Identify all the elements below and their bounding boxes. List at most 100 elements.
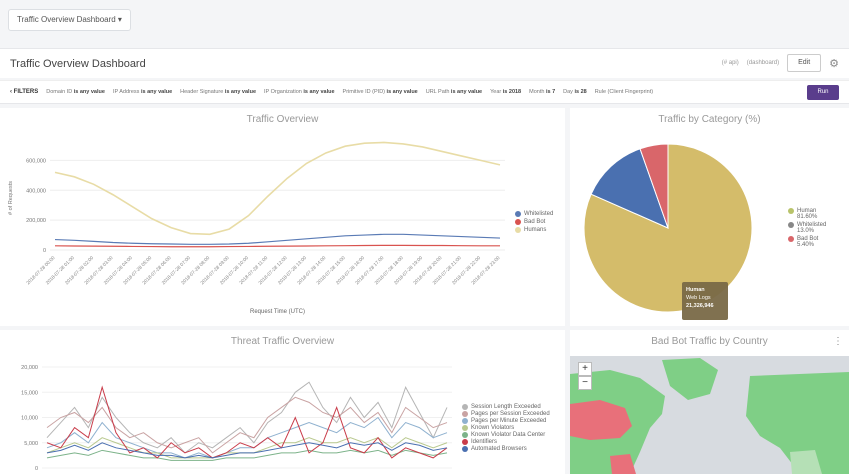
- legend-swatch: [462, 425, 468, 431]
- filter-key: IP Organization: [264, 89, 302, 95]
- filter-key: IP Address: [112, 89, 140, 95]
- legend-label: Whitelisted: [524, 211, 554, 217]
- legend-value: 5.40%: [797, 242, 815, 248]
- run-button[interactable]: Run: [807, 85, 839, 100]
- filter-value: is any value: [224, 89, 256, 95]
- filter-item[interactable]: IP Organization is any value: [264, 89, 335, 95]
- legend-label: Automated Browsers: [471, 446, 527, 452]
- filter-value: is 2018: [502, 89, 522, 95]
- y-tick-label: 600,000: [26, 158, 46, 164]
- legend-label: Identifiers: [471, 439, 498, 445]
- legend-swatch: [462, 418, 468, 424]
- y-tick-label: 200,000: [26, 218, 46, 224]
- legend-label: Humans: [524, 227, 547, 233]
- title-actions: (# api) (dashboard) Edit ⚙: [722, 54, 839, 72]
- gear-icon[interactable]: ⚙: [829, 57, 839, 70]
- title-bar: Traffic Overview Dashboard (# api) (dash…: [0, 48, 849, 78]
- legend-value: 13.0%: [797, 228, 815, 234]
- y-tick-label: 0: [35, 466, 38, 472]
- filter-key: Rule (Client Fingerprint): [594, 89, 654, 95]
- filters-label: FILTERS: [13, 89, 39, 95]
- series-line-pages-per-minute-exceeded[interactable]: [46, 416, 448, 459]
- map-title: Bad Bot Traffic by Country: [651, 336, 768, 347]
- world-map[interactable]: [570, 356, 849, 474]
- legend-swatch: [515, 219, 521, 225]
- series-line-whitelisted[interactable]: [54, 233, 501, 245]
- legend-swatch: [788, 222, 794, 228]
- y-tick-label: 10,000: [21, 416, 38, 422]
- filter-key: URL Path: [425, 89, 450, 95]
- pie-tooltip: Human Web Logs 21,326,946: [682, 282, 728, 320]
- legend-label: Pages per Session Exceeded: [471, 411, 550, 417]
- legend-item[interactable]: Bad Bot 5.40%: [788, 236, 826, 248]
- legend-swatch: [462, 439, 468, 445]
- filter-item[interactable]: Header Signature is any value: [180, 89, 256, 95]
- traffic-overview-panel: Traffic Overview 600,000 400,000 200,000 0 #…: [0, 108, 565, 326]
- legend-swatch: [462, 432, 468, 438]
- filter-item[interactable]: URL Path is any value: [426, 89, 482, 95]
- y-tick-label: 20,000: [21, 365, 38, 371]
- page-title: Traffic Overview Dashboard: [10, 58, 146, 70]
- legend-item[interactable]: Pages per Minute Exceeded: [462, 418, 550, 424]
- filter-value: is any value: [303, 89, 335, 95]
- legend-item[interactable]: Automated Browsers: [462, 446, 550, 452]
- filter-value: is any value: [73, 89, 105, 95]
- filter-key: Domain ID: [46, 89, 73, 95]
- legend-item[interactable]: Identifiers: [462, 439, 550, 445]
- y-axis-label: # of Requests: [8, 181, 14, 215]
- zoom-out-button[interactable]: −: [578, 376, 592, 390]
- legend-swatch: [788, 208, 794, 214]
- legend-label: Known Violator Data Center: [471, 432, 546, 438]
- legend-value: 81.60%: [797, 214, 818, 220]
- meta-label-2: (dashboard): [746, 60, 780, 66]
- filter-key: Year: [490, 89, 502, 95]
- threat-traffic-panel: Threat Traffic Overview 20,000 15,000 10,0…: [0, 330, 565, 474]
- legend-item[interactable]: Known Violator Data Center: [462, 432, 550, 438]
- y-tick-label: 400,000: [26, 188, 46, 194]
- legend-label: Bad Bot: [524, 219, 546, 225]
- filter-key: Month: [529, 89, 545, 95]
- legend-item[interactable]: Whitelisted: [515, 211, 553, 217]
- filter-item[interactable]: Day is 28: [563, 89, 587, 95]
- series-line-known-violator-data-center[interactable]: [46, 449, 448, 461]
- filter-value: is 7: [545, 89, 556, 95]
- filter-item[interactable]: Rule (Client Fingerprint): [595, 89, 653, 95]
- traffic-overview-chart: 600,000400,000200,0000# of Requests2018-…: [8, 141, 505, 315]
- y-tick-label: 15,000: [21, 390, 38, 396]
- legend-item[interactable]: Session Length Exceeded: [462, 404, 550, 410]
- tooltip-line-2: Web Logs: [686, 295, 711, 301]
- filter-value: is any value: [140, 89, 173, 95]
- traffic-category-legend: Human 81.60% Whitelisted 13.0% Bad Bot 5.40%: [788, 208, 826, 250]
- legend-swatch: [462, 411, 468, 417]
- filter-item[interactable]: Domain ID is any value: [46, 89, 105, 95]
- series-line-bad-bot[interactable]: [54, 244, 500, 248]
- top-bar: Traffic Overview Dashboard ▾: [0, 0, 849, 38]
- legend-swatch: [515, 227, 521, 233]
- legend-swatch: [462, 404, 468, 410]
- traffic-overview-legend: Whitelisted Bad Bot Humans: [515, 211, 553, 235]
- legend-item[interactable]: Known Violators: [462, 425, 550, 431]
- map-menu-icon[interactable]: ⋮: [833, 336, 843, 347]
- legend-label: Known Violators: [471, 425, 515, 431]
- legend-item[interactable]: Human 81.60%: [788, 208, 826, 220]
- filter-key: Header Signature: [180, 89, 224, 95]
- y-tick-label: 0: [43, 248, 46, 254]
- zoom-in-button[interactable]: +: [578, 362, 592, 376]
- filter-item[interactable]: Month is 7: [529, 89, 555, 95]
- filter-value: is any value: [386, 89, 418, 95]
- filters-toggle[interactable]: ‹ FILTERS: [10, 89, 38, 95]
- legend-item[interactable]: Humans: [515, 227, 553, 233]
- legend-item[interactable]: Whitelisted 13.0%: [788, 222, 826, 234]
- filter-item[interactable]: Primitive ID (PID) is any value: [343, 89, 418, 95]
- filter-bar: ‹ FILTERS Domain ID is any value IP Addre…: [0, 80, 849, 104]
- filter-item[interactable]: IP Address is any value: [113, 89, 172, 95]
- edit-button[interactable]: Edit: [787, 54, 822, 72]
- legend-item[interactable]: Bad Bot: [515, 219, 553, 225]
- legend-swatch: [462, 446, 468, 452]
- filter-value: is any value: [450, 89, 483, 95]
- tooltip-line-1: Human: [686, 287, 705, 293]
- tooltip-line-3: 21,326,946: [686, 303, 714, 309]
- dashboard-select[interactable]: Traffic Overview Dashboard ▾: [8, 9, 131, 31]
- filter-item[interactable]: Year is 2018: [490, 89, 521, 95]
- legend-item[interactable]: Pages per Session Exceeded: [462, 411, 550, 417]
